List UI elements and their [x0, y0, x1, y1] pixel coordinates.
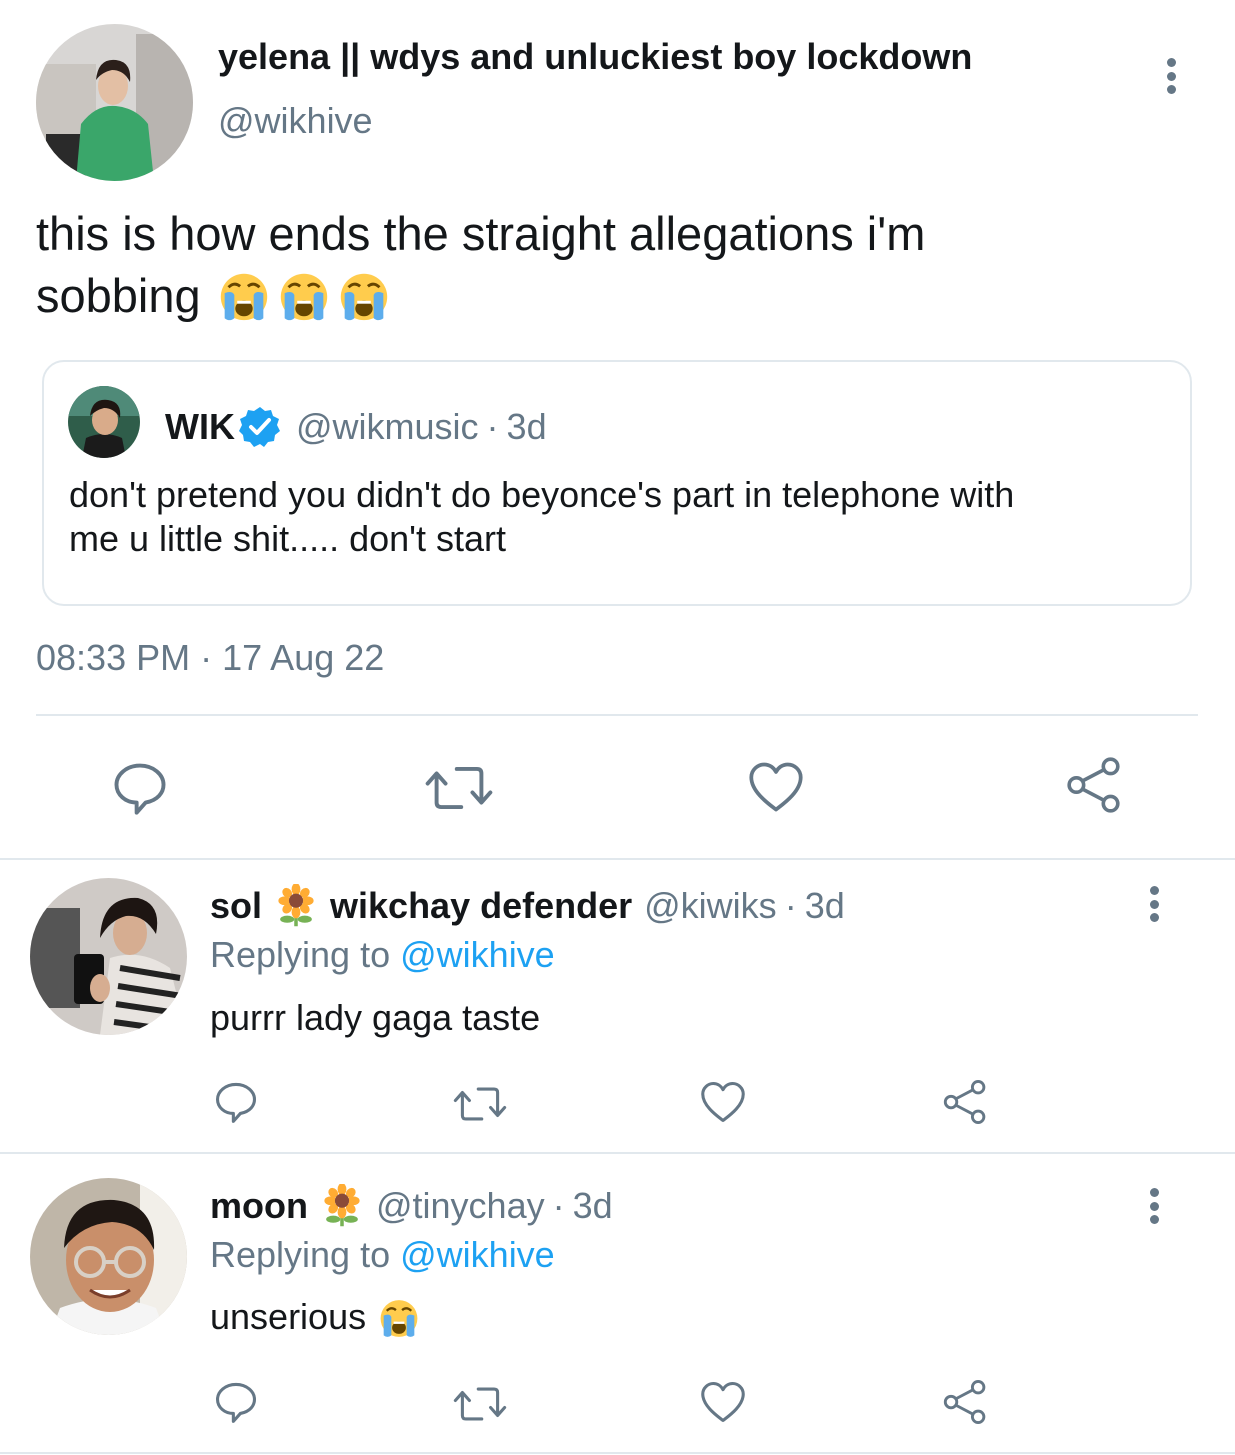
tweet-time: 08:33 PM [36, 637, 191, 678]
replying-to-handle[interactable]: @wikhive [400, 934, 555, 975]
tweet-text-line2: sobbing [36, 266, 393, 324]
reply-age: 3d [572, 1185, 613, 1226]
replying-to-label: Replying to [210, 934, 391, 975]
retweet-icon[interactable] [425, 760, 493, 816]
separator-dot: · [784, 885, 797, 926]
quoted-author-name[interactable]: WIK [165, 406, 235, 448]
divider [0, 1152, 1235, 1154]
divider [0, 858, 1235, 860]
author-handle[interactable]: @wikhive [218, 100, 373, 142]
replying-to: Replying to @wikhive [210, 1234, 555, 1276]
more-options-icon[interactable] [1146, 886, 1162, 922]
share-icon[interactable] [1064, 756, 1124, 814]
sunflower-icon [274, 884, 318, 928]
divider [36, 714, 1198, 716]
replying-to: Replying to @wikhive [210, 934, 555, 976]
reply-author-row: moon @tinychay · 3d [210, 1184, 613, 1228]
reply-avatar[interactable] [30, 878, 187, 1035]
reply-icon[interactable] [214, 1080, 258, 1124]
reply-author-handle[interactable]: @tinychay [376, 1185, 545, 1227]
more-options-icon[interactable] [1146, 1188, 1162, 1224]
like-icon[interactable] [747, 760, 805, 814]
retweet-icon[interactable] [453, 1082, 507, 1126]
loudly-crying-face-icon [275, 266, 333, 324]
quoted-text-line1: don't pretend you didn't do beyonce's pa… [69, 474, 1015, 515]
reply-avatar[interactable] [30, 1178, 187, 1335]
reply-text: purrr lady gaga taste [210, 997, 541, 1038]
quoted-text-line2: me u little shit..... don't start [69, 518, 507, 559]
reply-icon[interactable] [214, 1380, 258, 1424]
quoted-author-row: WIK @wikmusic · 3d [165, 405, 547, 449]
reply-author-name[interactable]: sol [210, 885, 262, 927]
replying-to-handle[interactable]: @wikhive [400, 1234, 555, 1275]
divider [0, 1452, 1235, 1454]
share-icon[interactable] [941, 1379, 989, 1425]
more-options-icon[interactable] [1163, 58, 1179, 94]
reply-author-row: sol wikchay defender @kiwiks · 3d [210, 884, 845, 928]
tweet-timestamp: 08:33 PM · 17 Aug 22 [36, 637, 384, 679]
like-icon[interactable] [699, 1380, 747, 1424]
sunflower-icon [320, 1184, 364, 1228]
author-avatar[interactable] [36, 24, 193, 181]
quoted-tweet-age: 3d [506, 406, 547, 447]
loudly-crying-face-icon [335, 266, 393, 324]
separator-dot: · [552, 1185, 565, 1226]
like-icon[interactable] [699, 1080, 747, 1124]
reply-author-name-suffix[interactable]: wikchay defender [330, 885, 632, 927]
loudly-crying-face-icon [376, 1294, 422, 1340]
reply-text: unserious [210, 1296, 367, 1337]
share-icon[interactable] [941, 1079, 989, 1125]
replying-to-label: Replying to [210, 1234, 391, 1275]
quoted-author-avatar [68, 386, 140, 458]
reply-age: 3d [804, 885, 845, 926]
author-name[interactable]: yelena || wdys and unluckiest boy lockdo… [218, 36, 972, 78]
retweet-icon[interactable] [453, 1382, 507, 1426]
tweet-text-word: sobbing [36, 268, 201, 322]
tweet-text-line1: this is how ends the straight allegation… [36, 207, 926, 260]
quoted-author-handle[interactable]: @wikmusic [296, 406, 479, 448]
verified-badge-icon [238, 407, 280, 447]
reply-text-row: unserious [210, 1294, 422, 1340]
reply-author-name[interactable]: moon [210, 1185, 308, 1227]
separator-dot: · [486, 406, 499, 447]
tweet-date: 17 Aug 22 [222, 637, 385, 678]
loudly-crying-face-icon [215, 266, 273, 324]
separator-dot: · [200, 637, 213, 678]
reply-author-handle[interactable]: @kiwiks [644, 885, 777, 927]
reply-icon[interactable] [112, 760, 168, 816]
